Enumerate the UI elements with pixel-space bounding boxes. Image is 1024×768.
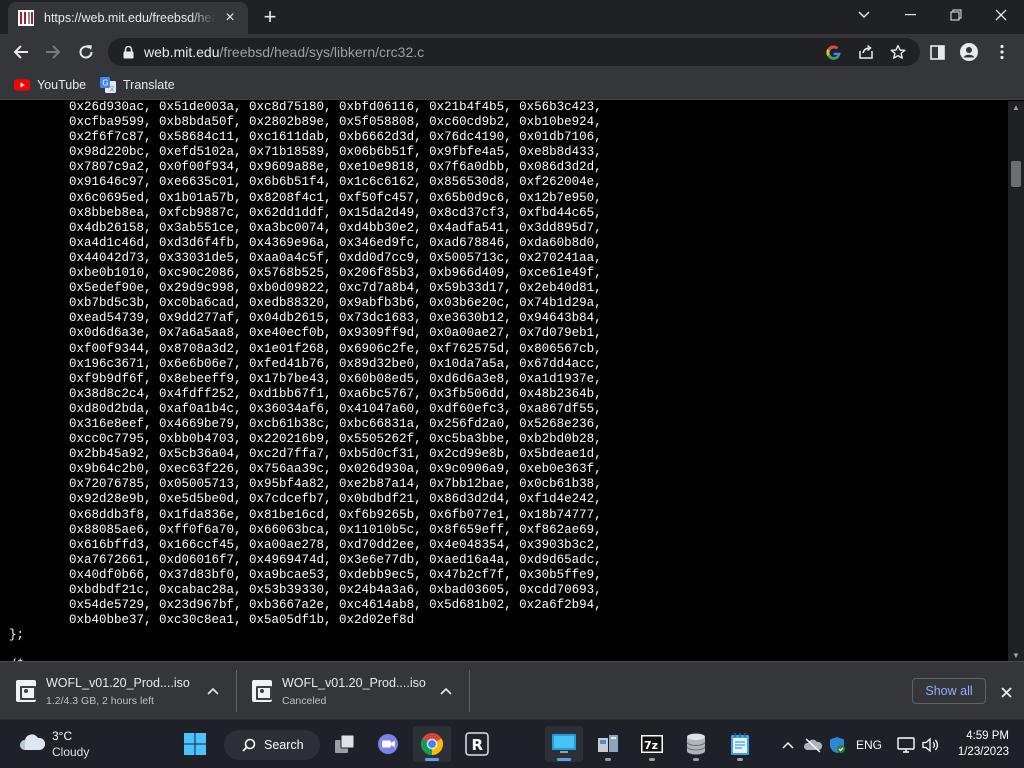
google-lens-icon[interactable]	[821, 40, 845, 64]
cloud-icon	[18, 732, 46, 757]
download-divider	[236, 670, 237, 712]
address-bar[interactable]: web.mit.edu/freebsd/head/sys/libkern/crc…	[108, 38, 920, 66]
scroll-down-icon[interactable]: ▼	[1008, 649, 1024, 661]
download-shelf: WOFL_v01.20_Prod....iso 1.2/4.3 GB, 2 ho…	[0, 661, 1024, 719]
new-tab-button[interactable]: +	[258, 4, 282, 29]
iso-file-icon	[252, 680, 272, 702]
windows-taskbar: 3°C Cloudy Search R 7z ENG 4:59 PM 1/23/…	[0, 719, 1024, 768]
forward-button[interactable]	[38, 37, 68, 67]
download-filename: WOFL_v01.20_Prod....iso	[282, 675, 426, 690]
back-button[interactable]	[6, 37, 36, 67]
translate-icon: G文	[100, 77, 116, 93]
side-panel-icon[interactable]	[922, 37, 952, 67]
system-clock[interactable]: 4:59 PM 1/23/2023	[947, 728, 1009, 760]
svg-text:G: G	[102, 79, 108, 88]
youtube-icon	[14, 77, 30, 93]
tab-close-icon[interactable]: ×	[222, 9, 238, 26]
7zip-icon[interactable]: 7z	[633, 726, 671, 762]
profile-avatar-icon[interactable]	[954, 37, 984, 67]
restore-button[interactable]	[933, 0, 979, 30]
svg-text:7z: 7z	[644, 739, 658, 752]
chevron-up-icon[interactable]	[434, 679, 458, 703]
download-item[interactable]: WOFL_v01.20_Prod....iso 1.2/4.3 GB, 2 ho…	[16, 668, 190, 714]
task-view-icon[interactable]	[326, 726, 364, 762]
browser-toolbar: web.mit.edu/freebsd/head/sys/libkern/crc…	[0, 34, 1024, 70]
onedrive-offline-icon[interactable]	[802, 734, 824, 756]
show-all-button[interactable]: Show all	[912, 678, 986, 704]
teams-chat-icon[interactable]	[369, 726, 407, 762]
share-icon[interactable]	[854, 40, 878, 64]
app-r-icon[interactable]: R	[458, 726, 496, 762]
menu-kebab-icon[interactable]	[987, 37, 1017, 67]
svg-text:R: R	[472, 736, 484, 754]
database-icon[interactable]	[677, 726, 715, 762]
download-filename: WOFL_v01.20_Prod....iso	[46, 675, 190, 690]
reload-button[interactable]	[71, 37, 101, 67]
url-path: /freebsd/head/sys/libkern/crc32.c	[219, 44, 425, 60]
page-content: 0x26d930ac, 0x51de003a, 0xc8d75180, 0xbf…	[0, 101, 1008, 661]
scrollbar-thumb[interactable]	[1011, 161, 1021, 187]
search-label: Search	[264, 738, 304, 752]
tab-search-chevron-icon[interactable]	[841, 0, 887, 30]
weather-condition: Cloudy	[52, 745, 90, 759]
url-text: web.mit.edu/freebsd/head/sys/libkern/crc…	[144, 44, 424, 60]
weather-widget[interactable]: 3°C Cloudy	[18, 729, 89, 759]
iso-file-icon	[16, 680, 36, 702]
bookmark-star-icon[interactable]	[886, 40, 910, 64]
taskbar-search[interactable]: Search	[224, 730, 320, 760]
lock-icon[interactable]	[120, 44, 136, 60]
notepad-icon[interactable]	[721, 726, 759, 762]
vertical-scrollbar[interactable]: ▲ ▼	[1008, 101, 1024, 661]
chrome-taskbar-icon[interactable]	[413, 726, 451, 762]
bookmark-label: Translate	[123, 78, 175, 92]
pc-tool-icon[interactable]	[589, 726, 627, 762]
language-indicator[interactable]: ENG	[852, 734, 886, 756]
chevron-up-icon[interactable]	[201, 679, 225, 703]
search-icon	[242, 738, 256, 752]
start-button[interactable]	[176, 726, 214, 762]
chevron-up-tray-icon[interactable]	[778, 734, 798, 756]
tab-strip: https://web.mit.edu/freebsd/head/sys/lib…	[0, 0, 1024, 34]
bookmark-label: YouTube	[37, 78, 87, 92]
tab-title: https://web.mit.edu/freebsd/head/sys/lib…	[44, 11, 216, 25]
minimize-button[interactable]	[887, 0, 933, 30]
download-item[interactable]: WOFL_v01.20_Prod....iso Canceled	[252, 668, 426, 714]
mit-favicon-icon	[18, 10, 34, 26]
download-status: Canceled	[282, 694, 327, 707]
download-status: 1.2/4.3 GB, 2 hours left	[46, 694, 154, 707]
close-download-shelf-icon[interactable]	[994, 680, 1018, 704]
browser-tab[interactable]: https://web.mit.edu/freebsd/head/sys/lib…	[8, 2, 248, 34]
security-shield-icon[interactable]	[826, 734, 848, 756]
weather-temperature: 3°C	[52, 729, 73, 743]
download-divider	[469, 670, 470, 712]
close-window-button[interactable]	[978, 0, 1024, 30]
bookmark-translate[interactable]: G文 Translate	[100, 74, 175, 96]
svg-text:文: 文	[109, 85, 115, 93]
scroll-up-icon[interactable]: ▲	[1008, 101, 1024, 113]
clock-date: 1/23/2023	[957, 746, 1009, 758]
bookmark-youtube[interactable]: YouTube	[14, 74, 86, 96]
volume-icon[interactable]	[919, 734, 941, 756]
url-host: web.mit.edu	[144, 44, 220, 60]
clock-time: 4:59 PM	[966, 730, 1009, 742]
network-icon[interactable]	[895, 734, 917, 756]
source-code-text: 0x26d930ac, 0x51de003a, 0xc8d75180, 0xbf…	[9, 101, 602, 661]
remote-desktop-icon[interactable]	[545, 726, 583, 762]
bookmarks-bar: YouTube G文 Translate	[0, 70, 1024, 100]
